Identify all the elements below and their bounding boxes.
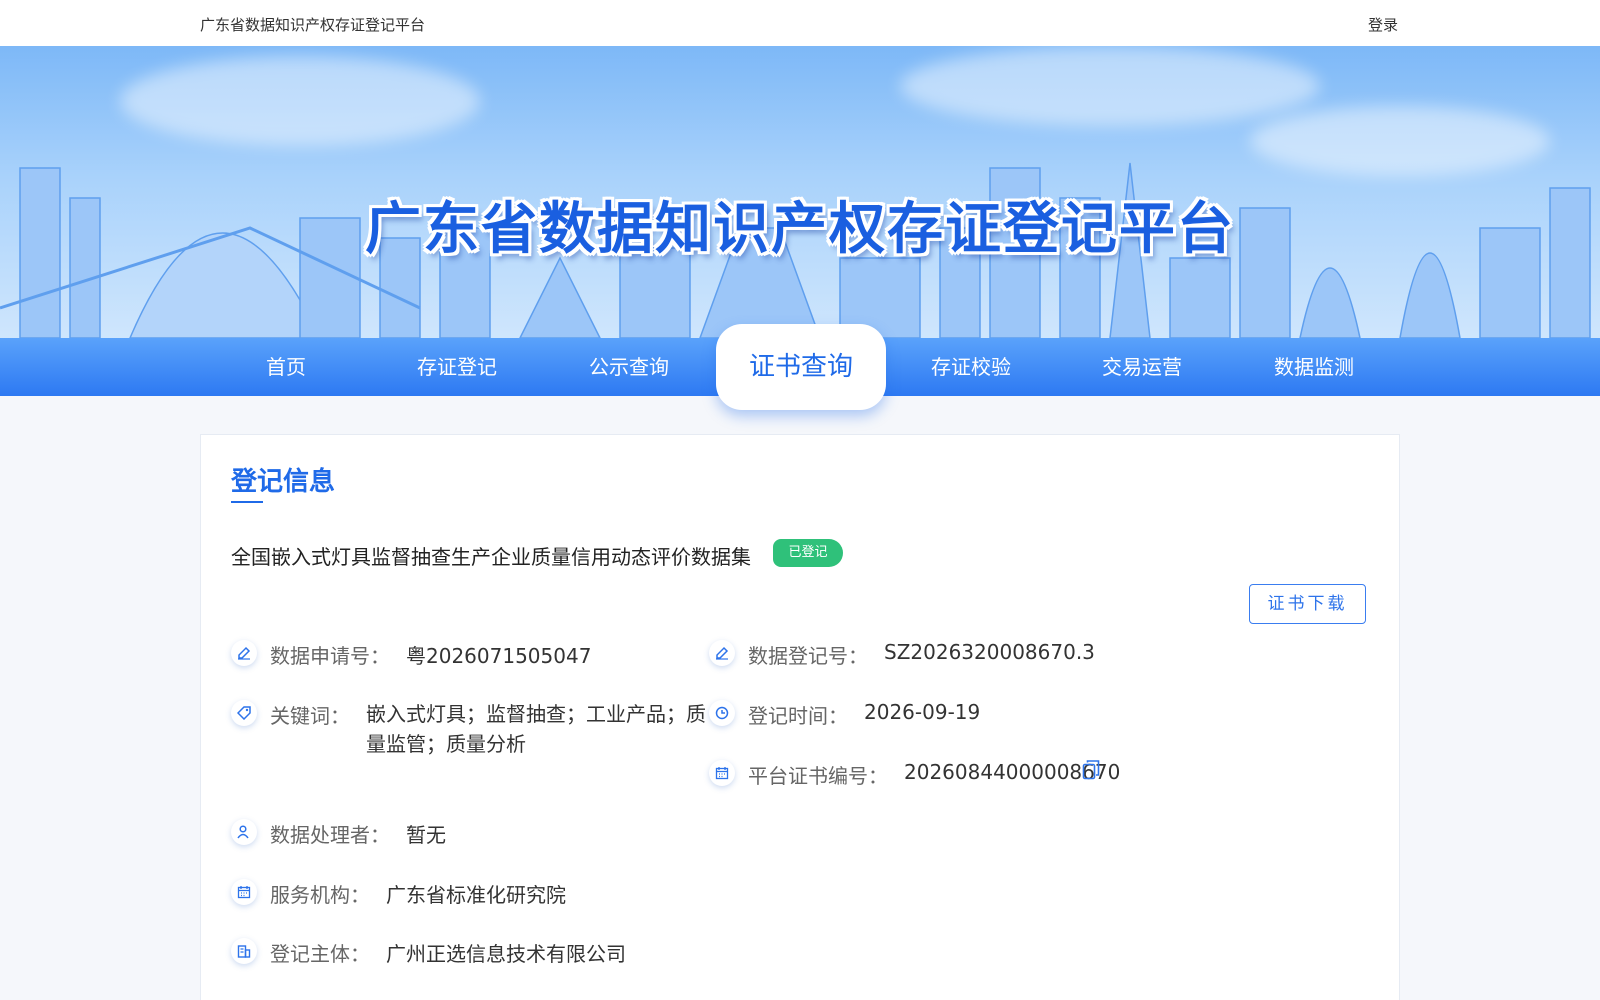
copy-icon[interactable] — [1082, 759, 1100, 781]
banner-title: 广东省数据知识产权存证登记平台 — [365, 197, 1235, 262]
field-value: 嵌入式灯具；监督抽查；工业产品；质量监管；质量分析 — [366, 702, 706, 756]
site-name: 广东省数据知识产权存证登记平台 — [200, 16, 426, 34]
field-label: 平台证书编号： — [748, 764, 888, 788]
building-icon — [231, 938, 257, 964]
field-label: 登记主体： — [270, 942, 370, 966]
login-link[interactable]: 登录 — [1368, 14, 1398, 35]
certificate-download-button[interactable]: 证书下载 — [1249, 584, 1366, 624]
clock-icon — [709, 700, 735, 726]
status-badge: 已登记 — [773, 539, 843, 567]
registration-card: 登记信息 全国嵌入式灯具监督抽查生产企业质量信用动态评价数据集 已登记 证书下载… — [200, 434, 1400, 1000]
nav-item-trade[interactable]: 交易运营 — [1057, 338, 1227, 396]
main-nav: 首页 存证登记 公示查询 证书查询 存证校验 交易运营 数据监测 — [0, 324, 1600, 410]
field-value: 2026-09-19 — [864, 700, 981, 724]
user-icon — [231, 819, 257, 845]
field-value: 广州正选信息技术有限公司 — [386, 942, 626, 966]
field-value: 暂无 — [406, 823, 446, 847]
field-value: SZ2026320008670.3 — [884, 640, 1095, 664]
section-title: 登记信息 — [231, 467, 336, 497]
edit-icon — [709, 640, 735, 666]
nav-item-verify[interactable]: 存证校验 — [886, 338, 1056, 396]
hero-banner: 广东省数据知识产权存证登记平台 — [0, 46, 1600, 338]
top-bar: 广东省数据知识产权存证登记平台 登录 — [0, 0, 1600, 46]
nav-item-public-query[interactable]: 公示查询 — [544, 338, 714, 396]
section-underline — [231, 501, 263, 503]
nav-item-register[interactable]: 存证登记 — [372, 338, 542, 396]
tag-icon — [231, 700, 257, 726]
dataset-name: 全国嵌入式灯具监督抽查生产企业质量信用动态评价数据集 — [231, 545, 751, 569]
field-label: 关键词： — [270, 704, 350, 728]
nav-item-certificate-query[interactable]: 证书查询 — [716, 324, 886, 410]
nav-item-home[interactable]: 首页 — [201, 338, 371, 396]
field-label: 数据申请号： — [270, 644, 390, 668]
field-value: 广东省标准化研究院 — [386, 883, 566, 907]
calendar-icon — [231, 879, 257, 905]
edit-icon — [231, 640, 257, 666]
field-label: 数据登记号： — [748, 644, 868, 668]
field-label: 服务机构： — [270, 883, 370, 907]
calendar-icon — [709, 760, 735, 786]
field-label: 登记时间： — [748, 704, 848, 728]
nav-item-monitor[interactable]: 数据监测 — [1229, 338, 1399, 396]
field-label: 数据处理者： — [270, 823, 390, 847]
field-value: 粤2026071505047 — [406, 644, 592, 668]
